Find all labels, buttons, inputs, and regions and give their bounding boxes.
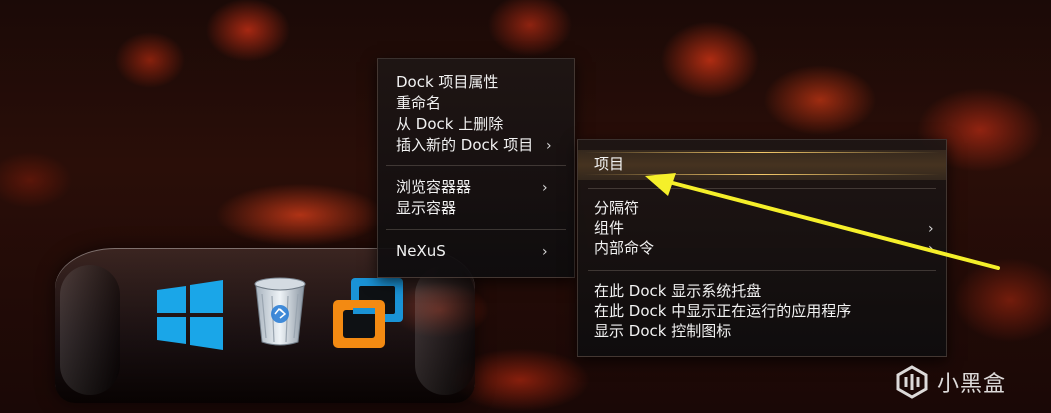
menu-item-label: 插入新的 Dock 项目 [396, 136, 534, 154]
menu-item-label: 在此 Dock 中显示正在运行的应用程序 [594, 302, 852, 320]
menu-item-nexus[interactable]: NeXuS › [396, 241, 566, 262]
chevron-right-icon: › [546, 138, 552, 154]
menu-item-label: 项目 [594, 155, 625, 173]
dock-item-context-menu: Dock 项目属性 重命名 从 Dock 上删除 插入新的 Dock 项目 › … [377, 58, 575, 278]
menu-item-dock-item-properties[interactable]: Dock 项目属性 [396, 72, 566, 93]
submenu-item-component[interactable]: 组件 › [594, 218, 934, 239]
menu-item-label: 从 Dock 上删除 [396, 115, 504, 133]
chevron-right-icon: › [542, 244, 548, 260]
windows-logo-icon[interactable] [155, 280, 225, 350]
dock-right-cap [415, 265, 475, 395]
menu-separator [588, 270, 936, 271]
menu-item-label: 在此 Dock 显示系统托盘 [594, 282, 762, 300]
menu-item-label: 组件 [594, 219, 625, 237]
menu-item-label: 内部命令 [594, 239, 655, 257]
menu-separator [588, 188, 936, 189]
menu-item-label: Dock 项目属性 [396, 73, 499, 91]
submenu-item-show-system-tray[interactable]: 在此 Dock 显示系统托盘 [594, 281, 934, 302]
submenu-item-internal-command[interactable]: 内部命令 › [594, 238, 934, 259]
menu-item-remove-from-dock[interactable]: 从 Dock 上删除 [396, 114, 566, 135]
menu-item-label: 重命名 [396, 94, 442, 112]
watermark: 小黑盒 [895, 362, 1045, 402]
submenu-item-separator[interactable]: 分隔符 [594, 198, 934, 219]
menu-separator [386, 165, 566, 166]
menu-separator [386, 229, 566, 230]
chevron-right-icon: › [928, 241, 934, 257]
submenu-item-show-dock-control-icon[interactable]: 显示 Dock 控制图标 [594, 321, 934, 342]
submenu-item-show-running-apps[interactable]: 在此 Dock 中显示正在运行的应用程序 [594, 301, 934, 322]
xiaoheihe-logo-icon [896, 365, 928, 399]
menu-item-show-container[interactable]: 显示容器 [396, 198, 566, 219]
menu-item-label: 显示容器 [396, 199, 457, 217]
menu-item-label: 显示 Dock 控制图标 [594, 322, 732, 340]
chevron-right-icon: › [928, 221, 934, 237]
recycle-bin-icon[interactable] [250, 276, 310, 348]
watermark-text: 小黑盒 [937, 372, 1007, 397]
menu-item-browse-container[interactable]: 浏览容器器 › [396, 177, 566, 198]
menu-item-rename[interactable]: 重命名 [396, 93, 566, 114]
virtualbox-icon[interactable] [333, 278, 405, 350]
menu-item-label: 分隔符 [594, 199, 640, 217]
menu-item-insert-new-dock-item[interactable]: 插入新的 Dock 项目 › [396, 135, 566, 156]
submenu-item-item[interactable]: 项目 [594, 154, 934, 175]
highlight-top-line [584, 152, 940, 153]
menu-item-label: 浏览容器器 [396, 178, 472, 196]
insert-dock-item-submenu: 项目 分隔符 组件 › 内部命令 › 在此 Dock 显示系统托盘 在此 Doc… [577, 139, 947, 357]
menu-item-label: NeXuS [396, 242, 446, 260]
chevron-right-icon: › [542, 180, 548, 196]
dock-left-cap [60, 265, 120, 395]
